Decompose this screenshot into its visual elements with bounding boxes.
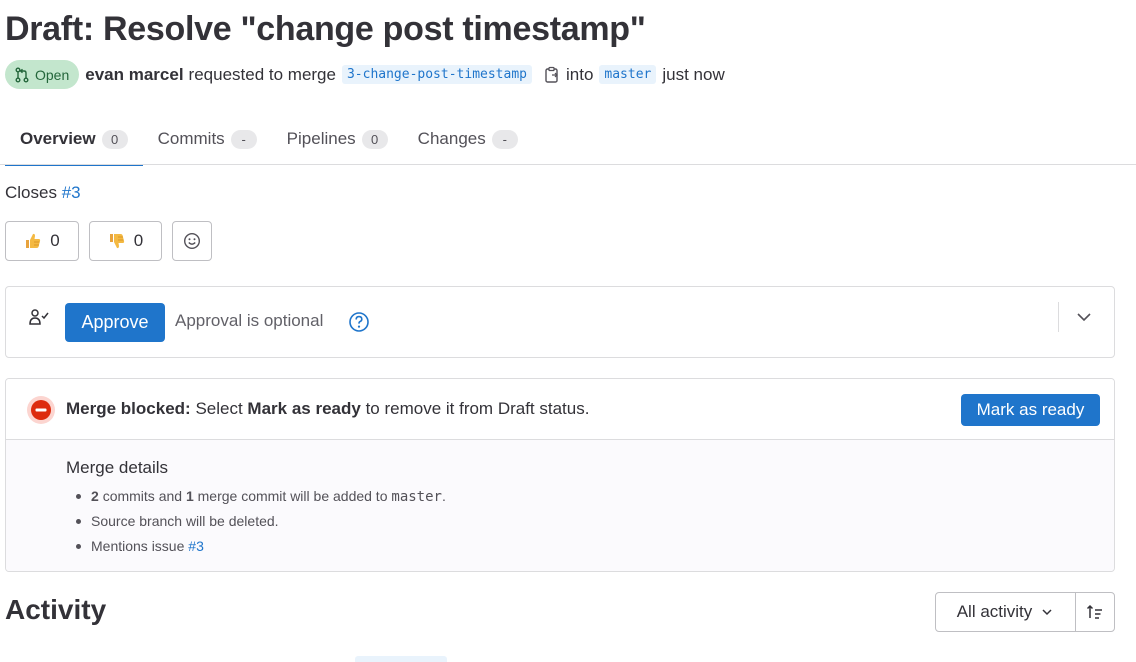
source-deleted-text: Source branch will be deleted. [91,513,279,529]
closes-text: Closes [5,183,57,202]
target-branch: master [391,489,442,505]
merge-widget: Merge blocked: Select Mark as ready to r… [5,378,1115,572]
list-item: 2 commits and 1 merge commit will be add… [76,485,446,510]
tab-label: Overview [20,129,96,148]
description: Closes #3 [5,183,81,203]
merge-details: Merge details 2 commits and 1 merge comm… [6,440,1114,571]
merge-blocked-label: Merge blocked: [66,399,191,418]
chevron-down-icon [1042,609,1052,616]
list-item: Source branch will be deleted. [76,510,446,535]
commits-count: 2 [91,488,99,504]
author-link[interactable]: evan marcel [85,65,183,85]
approval-status-text: Approval is optional [175,311,324,330]
chevron-down-icon[interactable] [1074,307,1094,327]
merge-details-list: 2 commits and 1 merge commit will be add… [76,485,446,560]
merge-request-icon [15,67,29,82]
merge-text-bold: Mark as ready [247,399,361,418]
tab-count: - [491,129,518,149]
tab-count: 0 [361,129,388,149]
copy-branch-button[interactable] [544,66,560,84]
tab-pipelines[interactable]: Pipelines 0 [272,113,403,165]
status-blocked-icon [27,396,55,424]
tab-label: Pipelines [286,129,356,148]
thumbs-up-icon [26,233,41,248]
activity-filter-label: All activity [956,602,1033,621]
tab-label: Commits [157,129,225,148]
mentions-issue-link[interactable]: #3 [188,538,204,554]
thumbs-down-count: 0 [133,231,144,250]
into-text: into [565,64,594,84]
merge-status-row: Merge blocked: Select Mark as ready to r… [6,379,1114,440]
add-reaction-button[interactable] [172,221,212,261]
source-branch-link[interactable]: 3-change-post-timestamp [341,65,532,84]
approve-button[interactable]: Approve [65,303,165,342]
activity-heading: Activity [5,594,107,625]
thumbs-down-icon [109,234,124,249]
merge-request-meta: Open evan marcel requested to merge 3-ch… [5,60,725,89]
sort-button[interactable] [1075,592,1115,632]
tab-count: 0 [101,129,128,149]
copy-icon [545,66,558,83]
merge-commit-text: merge commit will be added to [197,488,388,504]
merge-request-tabs: Overview 0 Commits - Pipelines 0 Changes… [5,113,533,166]
thumbs-down-button[interactable]: 0 [89,221,162,261]
thumbs-up-count: 0 [50,231,60,250]
status-badge-label: Open [35,66,70,83]
requested-text: requested to merge [188,64,336,84]
list-item: Mentions issue #3 [76,535,446,560]
question-circle-icon[interactable] [348,311,370,333]
page-title: Draft: Resolve "change post timestamp" [5,10,646,48]
tab-count: - [230,129,257,149]
merge-commit-count: 1 [185,488,194,504]
approval-divider [1058,302,1059,332]
created-time: just now [662,64,725,84]
tab-changes[interactable]: Changes - [403,113,533,165]
merge-details-title: Merge details [66,458,169,477]
mentions-text: Mentions issue [91,538,185,554]
mark-as-ready-button[interactable]: Mark as ready [961,394,1100,426]
approval-widget: Approve Approval is optional [5,286,1115,358]
target-branch-link[interactable]: master [599,65,657,84]
tab-label: Changes [417,129,486,148]
tab-commits[interactable]: Commits - [143,113,272,165]
issue-link[interactable]: #3 [62,183,81,202]
activity-filter-dropdown[interactable]: All activity [935,592,1076,632]
status-badge: Open [5,60,80,89]
merge-text-1: Select [195,399,243,418]
merge-blocked-message: Merge blocked: Select Mark as ready to r… [66,399,589,419]
smiley-icon [183,232,201,250]
sort-icon [1086,604,1102,619]
user-check-icon [29,309,49,325]
activity-branch-chip [355,656,447,662]
tab-overview[interactable]: Overview 0 [5,113,143,166]
tabs-divider [0,164,1136,165]
merge-text-2: to remove it from Draft status. [365,399,590,418]
thumbs-up-button[interactable]: 0 [5,221,79,261]
commits-text: commits and [102,488,183,504]
